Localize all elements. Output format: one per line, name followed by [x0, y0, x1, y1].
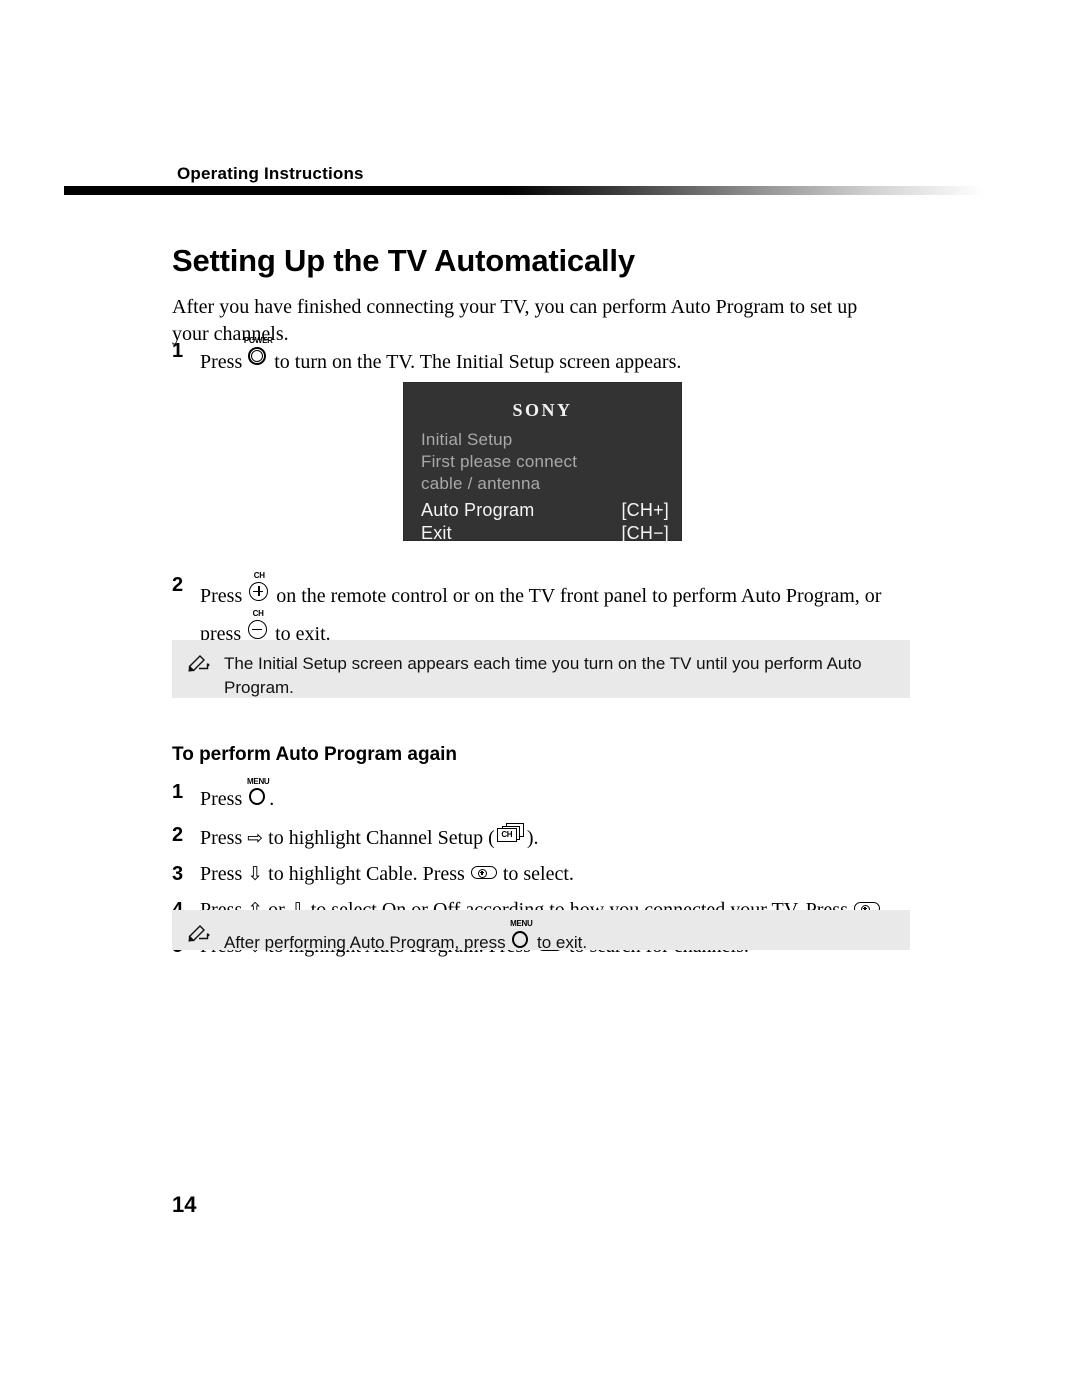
menu-button-ring [512, 931, 529, 948]
sub-step-3-text: Press ⇩ to highlight Cable. Press to sel… [200, 861, 574, 888]
sub-step-3: 3 Press ⇩ to highlight Cable. Press to s… [172, 861, 912, 888]
tv-message-line-2: First please connect [421, 452, 578, 471]
menu-button-ring [249, 788, 266, 805]
header-rule [64, 186, 984, 195]
tv-menu-item-auto-program-key: [CH+] [621, 500, 669, 520]
menu-button-icon[interactable]: MENU [510, 919, 533, 948]
tv-message-line-3: cable / antenna [421, 474, 541, 493]
sub-step-1: 1 Press MENU . [172, 777, 912, 813]
note-box-2: After performing Auto Program, press MEN… [172, 910, 910, 952]
page-number: 14 [172, 1192, 197, 1217]
step-1-text-before: Press [200, 351, 243, 373]
tv-menu-item-exit-key: [CH−] [621, 523, 669, 543]
channel-up-circle [249, 582, 269, 601]
tv-initial-setup-screen: SONY Initial Setup First please connect … [403, 382, 682, 543]
sub-step-1-text-after: . [269, 788, 275, 810]
subsection-title: To perform Auto Program again [172, 744, 458, 765]
sub-step-3-text-before: Press [200, 863, 243, 885]
sub-step-1-number: 1 [172, 781, 184, 803]
sub-step-1-text-before: Press [200, 788, 243, 810]
power-button-caption: POWER [243, 336, 273, 345]
sub-step-2-text-before: Press [200, 827, 243, 849]
tv-menu-item-auto-program-label: Auto Program [421, 500, 535, 520]
page-title: Setting Up the TV Automatically [172, 242, 635, 278]
sub-step-3-number: 3 [172, 863, 184, 885]
step-2-text-before: Press [200, 585, 243, 607]
step-2-number: 2 [172, 574, 184, 596]
power-button-icon[interactable]: POWER [244, 337, 273, 368]
sub-step-3-text-mid: to highlight Cable. Press [268, 863, 465, 885]
step-1-text-after: to turn on the TV. The Initial Setup scr… [274, 351, 682, 373]
tv-menu-item-auto-program[interactable]: Auto Program [CH+] [421, 499, 669, 522]
channel-setup-cards-icon[interactable]: CH [496, 822, 526, 844]
arrow-right-icon: ⇨ [247, 827, 264, 849]
pencil-note-icon [188, 654, 210, 672]
arrow-down-icon: ⇩ [247, 863, 264, 885]
step-2: 2 Press CH on the remote control or on t… [172, 572, 912, 648]
sub-step-1-text: Press MENU . [200, 777, 275, 813]
channel-down-caption: CH [252, 609, 264, 618]
tv-menu-item-exit-label: Exit [421, 523, 452, 543]
channel-down-circle [248, 620, 268, 639]
menu-button-icon[interactable]: MENU [247, 777, 270, 805]
sony-logo: SONY [512, 400, 573, 420]
sub-step-2: 2 Press ⇨ to highlight Channel Setup ( C… [172, 822, 912, 852]
note-box-1-text: The Initial Setup screen appears each ti… [224, 654, 862, 697]
tv-screen-menu: Auto Program [CH+] Exit [CH−] [421, 499, 669, 545]
tv-message-line-1: Initial Setup [421, 430, 513, 449]
note-box-2-text: After performing Auto Program, press MEN… [224, 919, 588, 955]
sub-step-2-text-mid: to highlight Channel Setup ( [268, 827, 495, 849]
select-button-icon[interactable] [470, 865, 497, 880]
channel-up-caption: CH [253, 571, 265, 580]
tv-menu-item-exit[interactable]: Exit [CH−] [421, 522, 669, 545]
step-1-number: 1 [172, 340, 184, 362]
step-2-text: Press CH on the remote control or on the… [200, 572, 912, 648]
sub-step-2-text: Press ⇨ to highlight Channel Setup ( CH … [200, 822, 538, 852]
step-1-text: Press POWER to turn on the TV. The Initi… [200, 337, 682, 376]
note-box-2-text-before: After performing Auto Program, press [224, 933, 506, 952]
card-front-label: CH [501, 830, 513, 839]
pencil-note-icon [188, 924, 210, 942]
sub-step-3-text-after: to select. [502, 863, 574, 885]
step-1: 1 Press POWER to turn on the TV. The Ini… [172, 337, 912, 376]
sub-step-2-number: 2 [172, 824, 184, 846]
sub-step-2-text-after: ). [526, 827, 539, 849]
channel-down-button-icon[interactable]: CH [246, 610, 270, 640]
note-box-1: The Initial Setup screen appears each ti… [172, 640, 910, 698]
menu-button-caption: MENU [247, 777, 270, 786]
card-front: CH [496, 828, 517, 842]
select-button-plus [477, 868, 487, 878]
running-head: Operating Instructions [177, 164, 364, 183]
menu-button-caption: MENU [510, 919, 533, 928]
note-box-2-text-after: to exit. [537, 933, 588, 952]
tv-screen-message: Initial Setup First please connect cable… [421, 429, 577, 495]
channel-up-button-icon[interactable]: CH [247, 572, 271, 602]
